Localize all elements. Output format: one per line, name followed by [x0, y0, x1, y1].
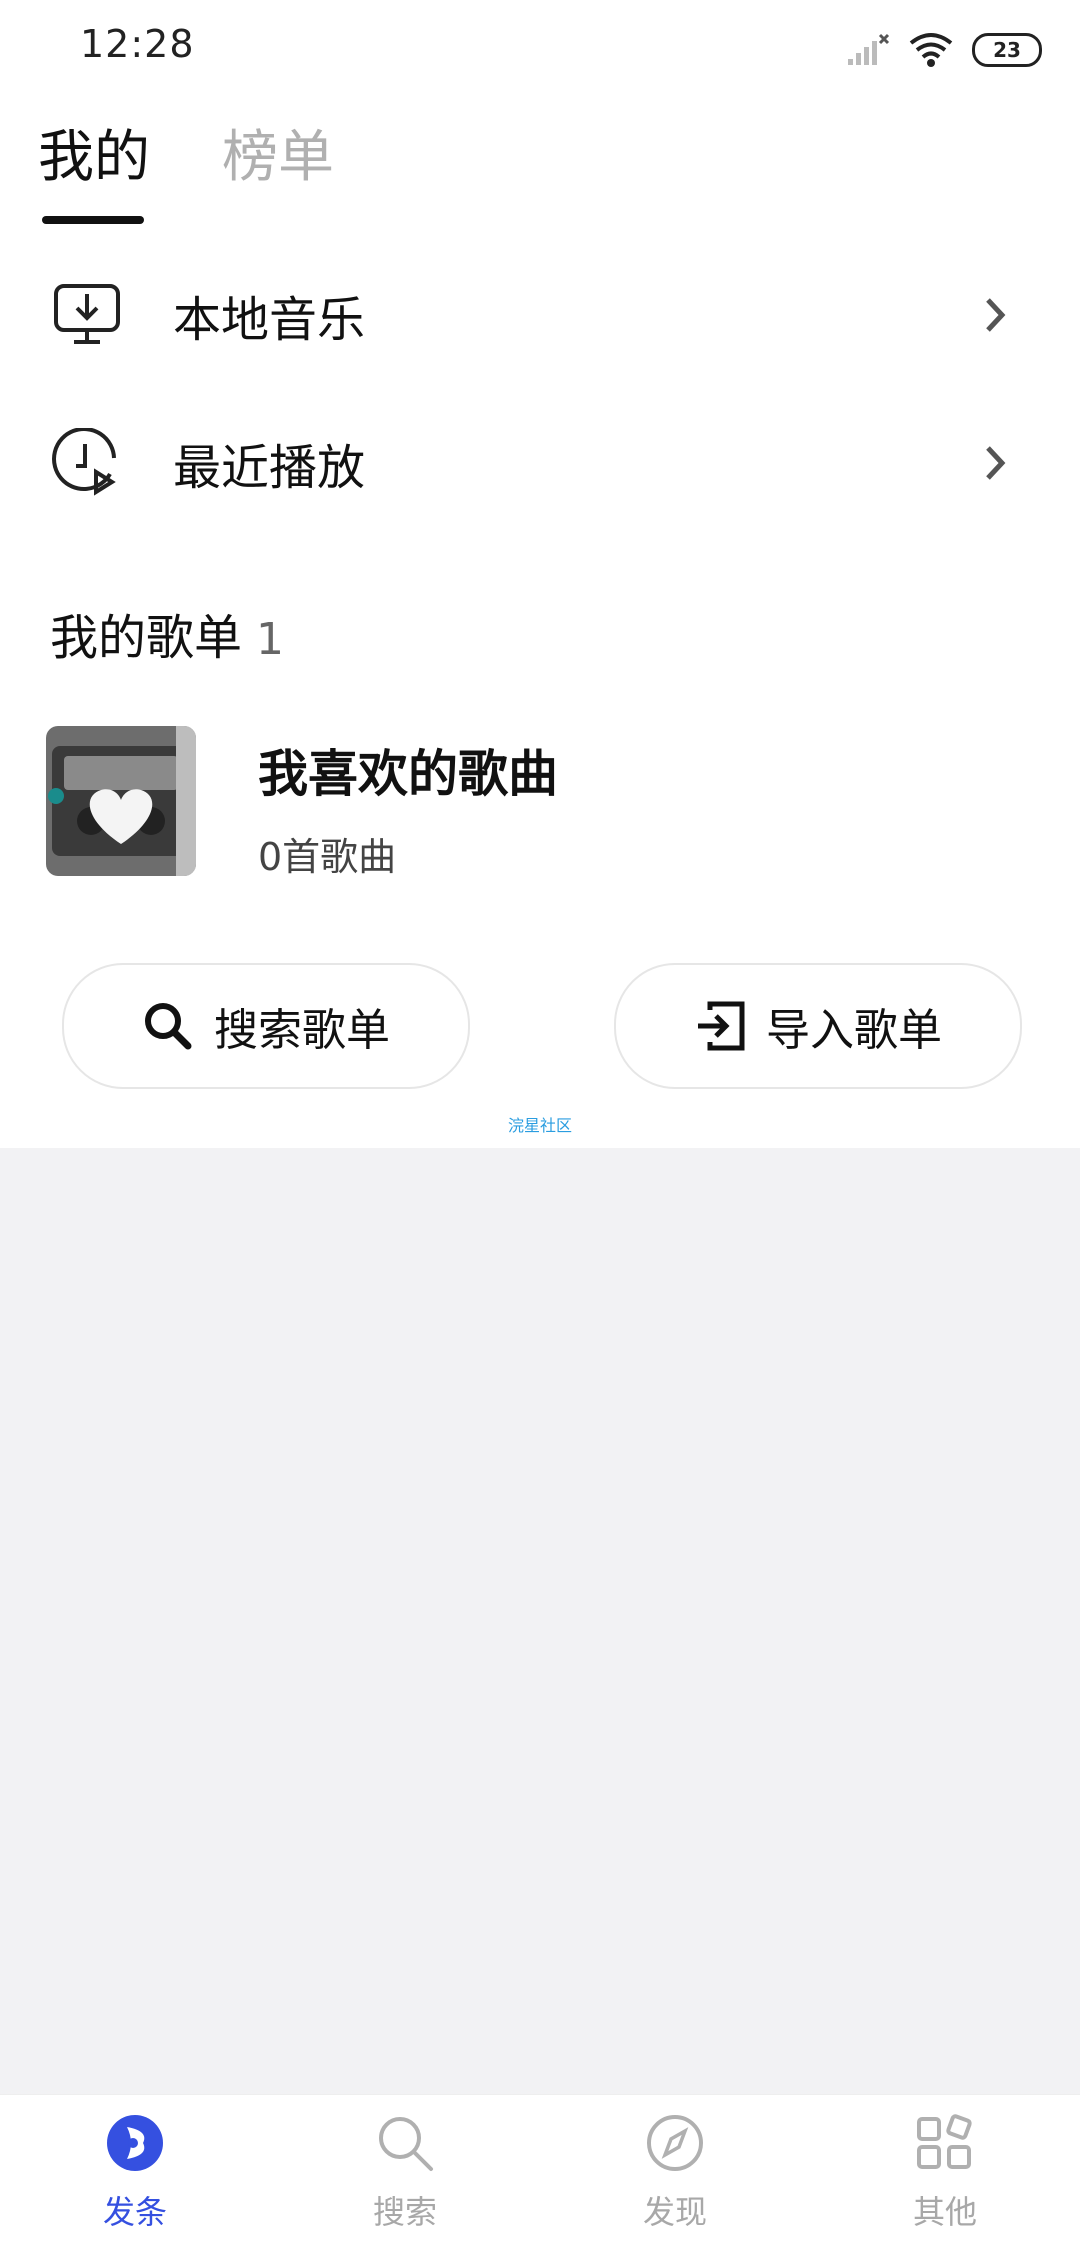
- menu-item-recent-played[interactable]: 最近播放: [0, 398, 1080, 528]
- search-playlist-label: 搜索歌单: [214, 1005, 390, 1056]
- import-playlist-label: 导入歌单: [766, 1005, 942, 1056]
- menu-label-local-music: 本地音乐: [173, 292, 366, 348]
- nav-label-discover: 发现: [642, 2193, 707, 2231]
- menu-item-local-music[interactable]: 本地音乐: [0, 250, 1080, 380]
- my-playlists-heading: 我的歌单 1: [50, 598, 284, 668]
- my-playlists-count: 1: [256, 614, 285, 665]
- playlist-song-count: 0首歌曲: [258, 835, 397, 879]
- nav-item-discover[interactable]: 发现: [540, 2095, 810, 2249]
- battery-indicator: 23: [972, 33, 1042, 67]
- content-background: [0, 1148, 1080, 2094]
- download-monitor-icon: [54, 284, 120, 344]
- search-icon: [145, 1003, 192, 1050]
- top-tabs: 我的 榜单: [0, 112, 1080, 232]
- nav-item-other[interactable]: 其他: [810, 2095, 1080, 2249]
- playlist-name: 我喜欢的歌曲: [258, 745, 558, 803]
- playlist-cover: [46, 726, 196, 876]
- cassette-heart-cover: [46, 726, 196, 876]
- nav-item-fatiao[interactable]: 发条: [0, 2095, 270, 2249]
- wifi-icon: [909, 33, 953, 67]
- status-bar: 12:28 23: [0, 0, 1080, 96]
- nav-item-search[interactable]: 搜索: [270, 2095, 540, 2249]
- playlist-item-favorites[interactable]: 我喜欢的歌曲 0首歌曲: [46, 726, 1046, 879]
- compass-icon: [647, 2115, 703, 2171]
- search-icon: [379, 2117, 433, 2171]
- nav-label-fatiao: 发条: [102, 2193, 167, 2231]
- clock-play-icon: [52, 428, 116, 496]
- nav-label-search: 搜索: [372, 2193, 437, 2231]
- nav-label-other: 其他: [912, 2193, 977, 2231]
- tab-indicator: [42, 216, 144, 224]
- tab-mine[interactable]: 我的: [38, 112, 150, 193]
- chevron-right-icon: [986, 446, 1006, 480]
- import-icon: [698, 1001, 745, 1051]
- my-playlists-title: 我的歌单: [50, 610, 243, 666]
- status-time: 12:28: [80, 22, 195, 66]
- app-logo-icon: [107, 2115, 163, 2171]
- tab-charts[interactable]: 榜单: [222, 112, 334, 193]
- chevron-right-icon: [986, 298, 1006, 332]
- bottom-navigation: 发条 搜索 发现 其他: [0, 2094, 1080, 2249]
- grid-icon: [917, 2114, 972, 2169]
- signal-off-icon: [848, 33, 890, 65]
- import-playlist-button[interactable]: 导入歌单: [614, 963, 1022, 1089]
- search-playlist-button[interactable]: 搜索歌单: [62, 963, 470, 1089]
- watermark-text: 浣星社区: [507, 1116, 572, 1135]
- status-icons: 23: [846, 28, 1042, 72]
- menu-label-recent-played: 最近播放: [173, 440, 366, 496]
